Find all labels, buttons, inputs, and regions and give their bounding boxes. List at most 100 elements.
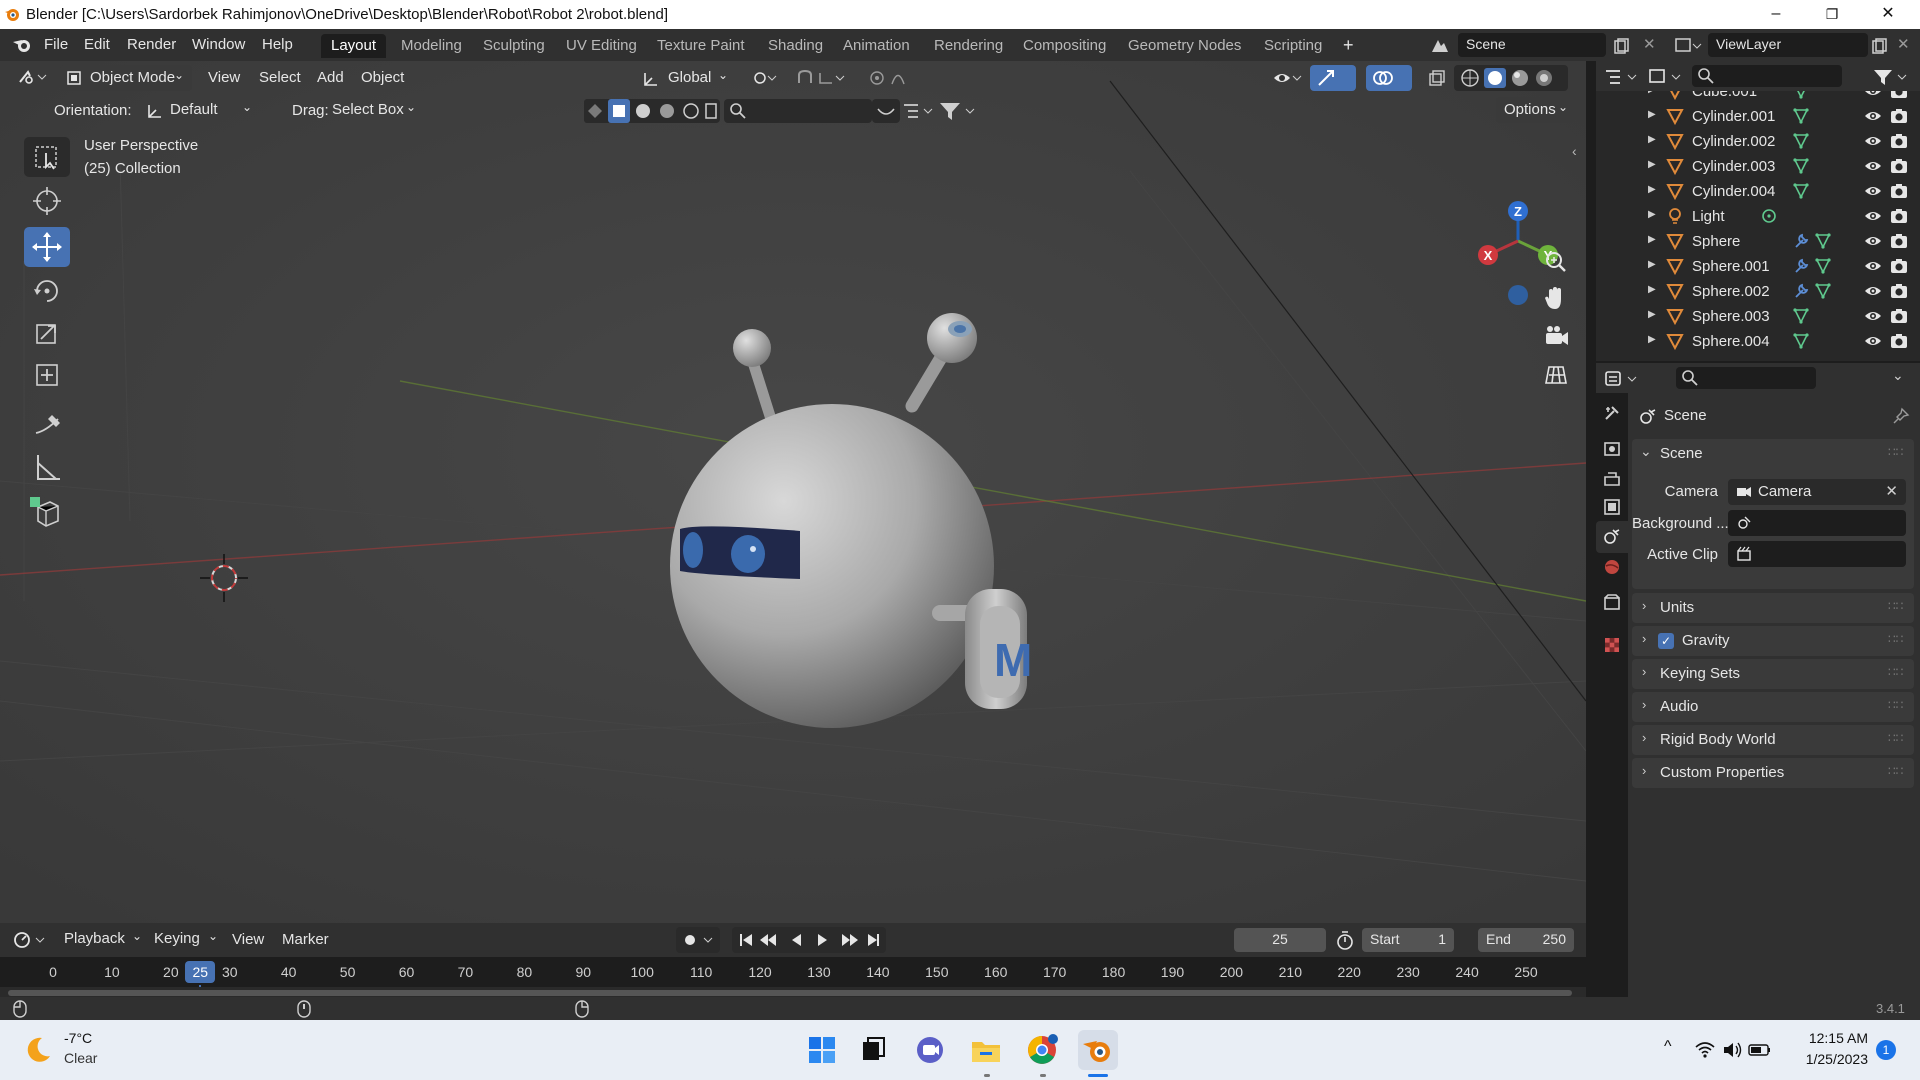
tab-geometry-nodes[interactable]: Geometry Nodes	[1118, 34, 1251, 58]
viewport-menu-view[interactable]: View	[208, 69, 240, 86]
expand-arrow-icon[interactable]: ▶	[1648, 309, 1656, 320]
scale-tool-icon[interactable]	[24, 313, 70, 353]
pan-view-icon[interactable]	[1537, 281, 1575, 317]
outliner-item[interactable]: ▶ Cylinder.002	[1596, 129, 1920, 154]
collection-tab-icon[interactable]	[1602, 593, 1622, 613]
properties-panel[interactable]: › Custom Properties ∷∷	[1632, 758, 1914, 788]
outliner-item-label[interactable]: Sphere.002	[1692, 283, 1770, 300]
mesh-data-icon[interactable]	[1792, 307, 1810, 328]
panel-drag-handle-icon[interactable]: ∷∷	[1888, 665, 1903, 679]
outliner-item[interactable]: ▶ Sphere.003	[1596, 304, 1920, 329]
panel-title[interactable]: Rigid Body World	[1660, 731, 1776, 748]
outliner-item-label[interactable]: Light	[1692, 208, 1725, 225]
mesh-data-icon[interactable]	[1814, 257, 1832, 278]
outliner-item[interactable]: ▶ Cylinder.003	[1596, 154, 1920, 179]
panel-drag-handle-icon[interactable]: ∷∷	[1888, 698, 1903, 712]
outliner-item-label[interactable]: Sphere.004	[1692, 333, 1770, 350]
panel-title[interactable]: Keying Sets	[1660, 665, 1740, 682]
eye-icon[interactable]	[1864, 309, 1882, 326]
eye-icon[interactable]	[1864, 184, 1882, 201]
outliner-item[interactable]: ▶ Sphere	[1596, 229, 1920, 254]
start-menu-icon[interactable]	[802, 1030, 842, 1070]
mesh-data-icon[interactable]	[1814, 282, 1832, 303]
outliner-item-label[interactable]: Cylinder.004	[1692, 183, 1775, 200]
expand-arrow-icon[interactable]: ▶	[1648, 234, 1656, 245]
properties-editor-type-icon[interactable]	[1604, 369, 1640, 389]
menu-help[interactable]: Help	[262, 36, 293, 53]
tab-sculpting[interactable]: Sculpting	[473, 34, 555, 58]
viewport-menu-select[interactable]: Select	[259, 69, 301, 86]
camera-field[interactable]: Camera ✕	[1728, 479, 1906, 505]
eye-icon[interactable]	[1864, 259, 1882, 276]
eye-icon[interactable]	[1864, 91, 1882, 101]
mesh-data-icon[interactable]	[1792, 132, 1810, 153]
eye-icon[interactable]	[1864, 159, 1882, 176]
outliner-item-label[interactable]: Cylinder.003	[1692, 158, 1775, 175]
mesh-data-icon[interactable]	[1792, 157, 1810, 178]
playback-controls[interactable]	[732, 927, 886, 953]
select-box-tool-icon[interactable]	[24, 137, 70, 177]
panel-drag-handle-icon[interactable]: ∷∷	[1888, 764, 1903, 778]
file-explorer-icon[interactable]	[966, 1030, 1006, 1070]
perspective-toggle-icon[interactable]	[1537, 357, 1575, 393]
gizmo-toggle-icon[interactable]	[1310, 65, 1356, 91]
viewport-menu-object[interactable]: Object	[361, 69, 404, 86]
expand-arrow-icon[interactable]: ▶	[1648, 259, 1656, 270]
preview-range-icon[interactable]	[1334, 930, 1356, 952]
sort-options-icon[interactable]	[900, 99, 936, 123]
panel-collapse-icon[interactable]: ›	[1642, 664, 1646, 679]
view-layer-browse-icon[interactable]	[1672, 34, 1702, 58]
panel-drag-handle-icon[interactable]: ∷∷	[1888, 599, 1903, 613]
outliner-item[interactable]: ▶ Cube.001	[1596, 91, 1920, 104]
teams-chat-icon[interactable]	[910, 1030, 950, 1070]
expand-arrow-icon[interactable]: ▶	[1648, 284, 1656, 295]
scene-tab-active[interactable]	[1596, 521, 1628, 553]
chrome-icon[interactable]	[1022, 1030, 1062, 1070]
remove-view-layer-icon[interactable]: ✕	[1897, 35, 1910, 53]
render-camera-icon[interactable]	[1890, 258, 1908, 277]
add-cube-tool-icon[interactable]	[24, 493, 70, 533]
display-mode-icon[interactable]	[1648, 67, 1684, 87]
view-layer-tab-icon[interactable]	[1602, 497, 1622, 517]
selection-mode-buttons[interactable]	[584, 99, 720, 123]
menu-render[interactable]: Render	[127, 36, 176, 53]
outliner-item-label[interactable]: Sphere.001	[1692, 258, 1770, 275]
timeline-scrollbar-thumb[interactable]	[8, 990, 1572, 996]
scene-browse-icon[interactable]	[1428, 34, 1454, 58]
panel-expand-icon[interactable]: ⌄	[1640, 443, 1652, 460]
outliner-item-label[interactable]: Sphere.003	[1692, 308, 1770, 325]
weather-description[interactable]: Clear	[64, 1050, 97, 1066]
blender-menu-icon[interactable]	[12, 36, 32, 54]
proportional-editing-icon[interactable]	[860, 65, 920, 91]
panel-collapse-icon[interactable]: ›	[1642, 598, 1646, 613]
tab-layout[interactable]: Layout	[321, 34, 387, 58]
background-scene-field[interactable]	[1728, 510, 1906, 536]
editor-type-icon[interactable]	[12, 65, 52, 91]
timeline-menu-marker[interactable]: Marker	[282, 931, 329, 948]
render-camera-icon[interactable]	[1890, 208, 1908, 227]
properties-panel[interactable]: › Units ∷∷	[1632, 593, 1914, 623]
transform-orientation-dropdown[interactable]: Global ⌄	[636, 65, 734, 91]
tray-overflow-icon[interactable]: ^	[1664, 1038, 1672, 1056]
maximize-button[interactable]: ❐	[1804, 0, 1860, 29]
panel-collapse-icon[interactable]: ›	[1642, 730, 1646, 745]
3d-viewport[interactable]: M Object Mode ⌄ View Select Add Object Gl…	[0, 61, 1586, 923]
expand-arrow-icon[interactable]: ▶	[1648, 109, 1656, 120]
playhead-frame-badge[interactable]: 25	[185, 961, 216, 983]
zoom-view-icon[interactable]	[1537, 244, 1575, 280]
light-data-icon[interactable]	[1760, 207, 1778, 228]
tab-uv-editing[interactable]: UV Editing	[556, 34, 647, 58]
panel-title[interactable]: Custom Properties	[1660, 764, 1784, 781]
render-camera-icon[interactable]	[1890, 133, 1908, 152]
panel-title[interactable]: Audio	[1660, 698, 1698, 715]
mesh-data-icon[interactable]	[1814, 232, 1832, 253]
view-layer-name-field[interactable]: ViewLayer	[1708, 33, 1868, 57]
object-mode-dropdown[interactable]: Object Mode ⌄	[60, 65, 192, 91]
properties-panel[interactable]: › Audio ∷∷	[1632, 692, 1914, 722]
tab-compositing[interactable]: Compositing	[1013, 34, 1116, 58]
mesh-data-icon[interactable]	[1792, 182, 1810, 203]
rotate-tool-icon[interactable]	[24, 271, 70, 311]
snap-icon[interactable]	[788, 65, 848, 91]
render-camera-icon[interactable]	[1890, 91, 1908, 102]
tab-animation[interactable]: Animation	[833, 34, 920, 58]
